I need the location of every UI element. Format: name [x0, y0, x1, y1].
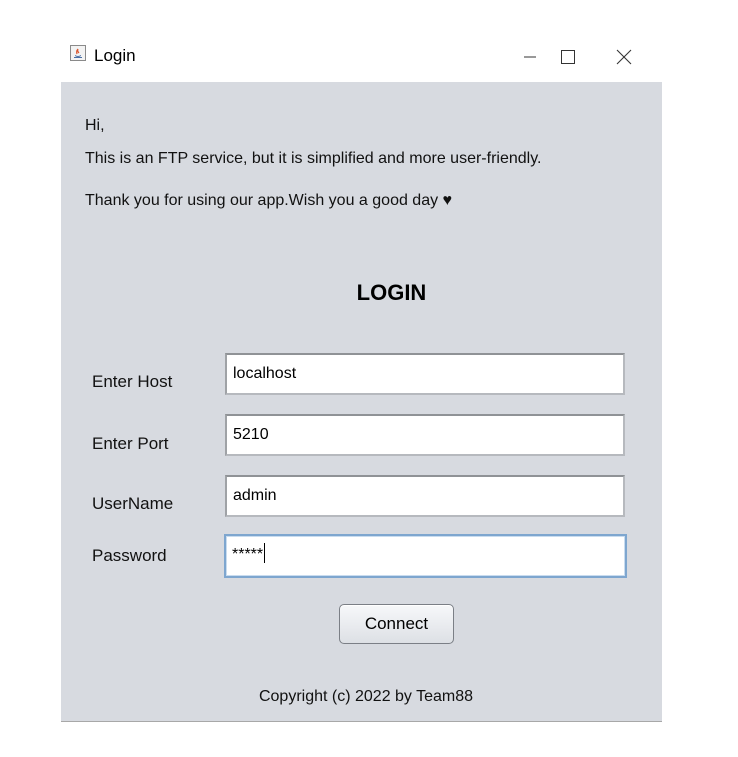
connect-button[interactable]: Connect	[339, 604, 454, 644]
login-window: Login Hi, This is an FTP service, but it…	[61, 32, 662, 722]
username-input[interactable]: admin	[225, 475, 625, 517]
minimize-icon	[523, 50, 537, 64]
port-label: Enter Port	[92, 434, 169, 453]
username-label: UserName	[92, 494, 174, 513]
java-app-icon	[70, 45, 86, 61]
window-title: Login	[94, 46, 136, 65]
port-input[interactable]: 5210	[225, 414, 625, 456]
greeting-line: Hi,	[85, 117, 105, 134]
maximize-button[interactable]	[545, 32, 591, 82]
close-button[interactable]	[601, 32, 647, 82]
host-label: Enter Host	[92, 372, 173, 391]
maximize-icon	[560, 49, 576, 65]
description-line: This is an FTP service, but it is simpli…	[85, 150, 542, 167]
copyright-text: Copyright (c) 2022 by Team88	[258, 688, 474, 705]
close-icon	[616, 49, 632, 65]
login-panel: Hi, This is an FTP service, but it is si…	[61, 82, 662, 722]
password-value: *****	[232, 546, 264, 563]
text-caret	[264, 543, 266, 564]
thanks-line: Thank you for using our app.Wish you a g…	[85, 192, 453, 209]
password-label: Password	[92, 546, 167, 565]
login-heading: LOGIN	[356, 280, 427, 305]
title-bar[interactable]: Login	[61, 32, 662, 82]
window-bottom-border	[61, 721, 662, 722]
password-input[interactable]: *****	[224, 534, 627, 578]
host-input[interactable]: localhost	[225, 353, 625, 395]
